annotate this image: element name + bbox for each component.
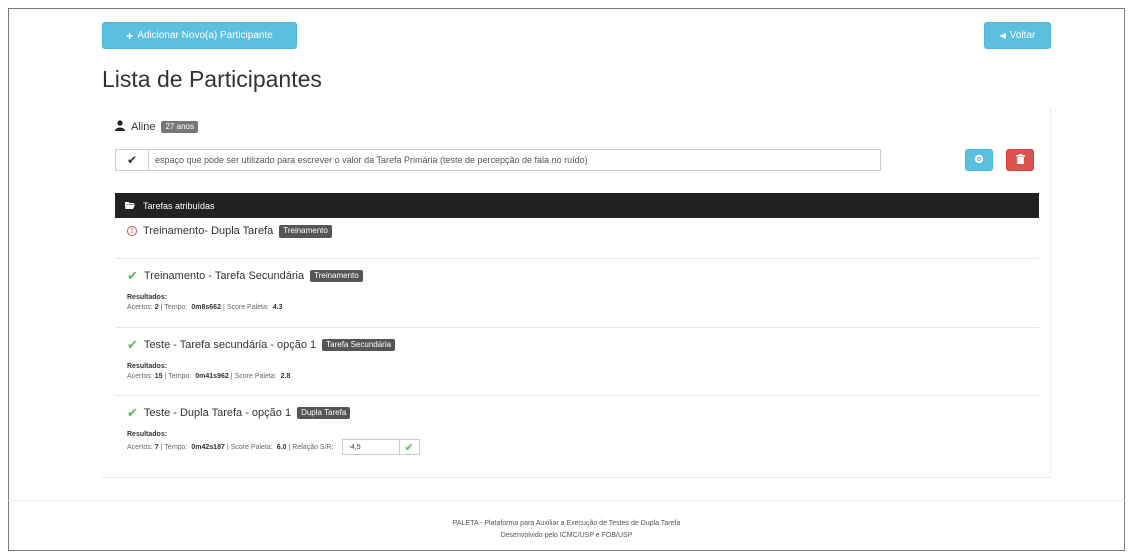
acertos-label: Acertos: (127, 304, 153, 311)
task-title-row: ✔ Teste - Dupla Tarefa - opção 1 Dupla T… (115, 405, 1039, 421)
acertos-label: Acertos: (127, 373, 153, 380)
task-title: Treinamento- Dupla Tarefa (143, 225, 274, 238)
acertos-value: 7 (154, 443, 159, 451)
page-title: Lista de Participantes (102, 66, 322, 92)
footer-line-2: Desenvolvido pelo ICMC/USP e FOB/USP (500, 532, 633, 539)
score-label: Score Paleta: (230, 443, 273, 451)
tempo-value: 0m8s662 (191, 304, 221, 311)
caret-left-icon: ◀ (999, 31, 1006, 40)
folder-open-icon (125, 201, 135, 211)
primary-task-note-text: espaço que pode ser utilizado para escre… (155, 155, 588, 165)
score-label: Score Paleta: (226, 304, 269, 311)
task-title: Teste - Tarefa secundária - opção 1 (143, 339, 317, 351)
trash-icon (1015, 153, 1025, 167)
task-tag: Tarefa Secundária (322, 338, 396, 352)
user-icon (115, 120, 125, 134)
tempo-value: 0m42s187 (191, 443, 225, 451)
results-line: Acertos: 2 | Tempo: 0m8s662 | Score Paleta… (127, 304, 283, 311)
check-icon: ✔ (127, 337, 138, 352)
assigned-tasks-label: Tarefas atribuídas (143, 200, 215, 211)
check-icon: ✔ (127, 268, 138, 283)
add-participant-button[interactable]: + Adicionar Novo(a) Participante (102, 22, 297, 49)
assigned-tasks-header[interactable]: Tarefas atribuídas (115, 193, 1039, 218)
acertos-value: 2 (154, 304, 159, 311)
footer-line-1: PALETA - Plataforma para Auxiliar a Exec… (452, 520, 681, 527)
task-title: Treinamento - Tarefa Secundária (143, 270, 305, 282)
task-item: ✔ Treinamento - Tarefa Secundária Treina… (115, 268, 1039, 328)
task-tag: Dupla Tarefa (297, 406, 351, 420)
task-title-row: ✔ Teste - Tarefa secundária - opção 1 Ta… (115, 337, 1039, 353)
plus-icon: + (126, 28, 134, 43)
primary-task-note-field[interactable]: ✔ espaço que pode ser utilizado para esc… (115, 149, 881, 171)
task-item: ✔ Teste - Tarefa secundária - opção 1 Ta… (115, 337, 1039, 396)
back-label: Voltar (1009, 30, 1036, 41)
score-value: 6.0 (276, 443, 287, 451)
results-line: Acertos: 7 | Tempo: 0m42s187 | Score Palet… (115, 439, 1039, 455)
results-line: Acertos: 15 | Tempo: 0m41s962 | Score Pale… (127, 373, 291, 380)
edit-participant-button[interactable] (965, 149, 993, 171)
participant-header: Aline 27 anos (115, 120, 198, 134)
score-value: 2.8 (280, 373, 291, 380)
footer-divider (8, 500, 1125, 501)
results-label: Resultados: (127, 363, 168, 370)
add-participant-label: Adicionar Novo(a) Participante (137, 30, 273, 41)
results-label: Resultados: (127, 431, 168, 438)
exclamation-circle-icon: ! (127, 226, 137, 237)
acertos-value: 15 (154, 373, 163, 380)
participant-name: Aline (131, 121, 156, 133)
ratio-input[interactable]: -4,5 (341, 439, 400, 455)
gear-icon (974, 154, 984, 167)
task-item: ✔ Teste - Dupla Tarefa - opção 1 Dupla T… (115, 405, 1039, 465)
acertos-label: Acertos: (127, 443, 153, 451)
check-icon[interactable]: ✔ (399, 439, 420, 455)
delete-participant-button[interactable] (1006, 149, 1034, 171)
score-value: 4.3 (272, 304, 283, 311)
task-tag: Treinamento (310, 269, 363, 283)
tempo-value: 0m41s962 (195, 373, 229, 380)
footer: PALETA - Plataforma para Auxiliar a Exec… (8, 518, 1125, 542)
tempo-label: Tempo: (164, 304, 188, 311)
task-item: ! Treinamento- Dupla Tarefa Treinamento (115, 225, 1039, 259)
age-badge: 27 anos (161, 120, 198, 134)
tempo-label: Tempo: (164, 443, 188, 451)
back-button[interactable]: ◀ Voltar (984, 22, 1051, 49)
results-label: Resultados: (127, 294, 168, 301)
task-tag: Treinamento (279, 225, 332, 238)
task-title-row: ! Treinamento- Dupla Tarefa Treinamento (115, 225, 1039, 238)
ratio-label: Relação S/R: (292, 443, 334, 451)
score-label: Score Paleta: (234, 373, 277, 380)
task-title: Teste - Dupla Tarefa - opção 1 (143, 407, 292, 419)
check-icon: ✔ (127, 405, 138, 420)
tempo-label: Tempo: (168, 373, 192, 380)
check-icon: ✔ (116, 150, 149, 170)
task-title-row: ✔ Treinamento - Tarefa Secundária Treina… (115, 268, 1039, 284)
